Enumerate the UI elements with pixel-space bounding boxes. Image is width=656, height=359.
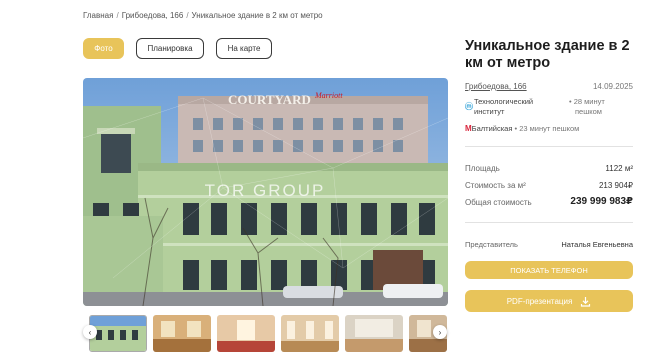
price-per-m2-label: Стоимость за м² xyxy=(465,181,526,190)
thumbnail-strip: ‹ › xyxy=(83,313,448,353)
tab-floorplan[interactable]: Планировка xyxy=(136,38,204,59)
metro-walk-time: • 23 минут пешком xyxy=(514,124,580,133)
thumbnail-5[interactable] xyxy=(345,315,403,352)
metro-station-name: Балтийская xyxy=(471,124,513,133)
address-link[interactable]: Грибоедова, 166 xyxy=(465,82,527,91)
thumbnail-3[interactable] xyxy=(217,315,275,352)
price-per-m2-row: Стоимость за м² 213 904₽ xyxy=(465,181,633,190)
chevron-left-icon[interactable]: ‹ xyxy=(83,325,97,339)
metro-station-2: MБалтийская • 23 минут пешком xyxy=(465,124,633,133)
thumbnail-2[interactable] xyxy=(153,315,211,352)
metro-station-name: Технологический xyxy=(474,97,534,106)
metro-station-name-line2: институт xyxy=(474,107,505,116)
thumbnail-4[interactable] xyxy=(281,315,339,352)
metro-walk-time: • 28 минут xyxy=(569,97,605,106)
pdf-presentation-button[interactable]: PDF-презентация xyxy=(465,290,633,312)
thumbnail-1[interactable] xyxy=(89,315,147,352)
main-photo[interactable]: COURTYARD Marriott TOR GROUP xyxy=(83,78,448,306)
agent-row: Представитель Наталья Евгеньевна xyxy=(465,240,633,249)
hotel-sign-text: COURTYARD xyxy=(228,92,311,107)
breadcrumb-home[interactable]: Главная xyxy=(83,11,113,20)
tab-photo[interactable]: Фото xyxy=(83,38,124,59)
area-label: Площадь xyxy=(465,164,500,173)
agent-name: Наталья Евгеньевна xyxy=(561,240,633,249)
total-price-value: 239 999 983₽ xyxy=(570,196,633,207)
hotel-sign-brand: Marriott xyxy=(314,91,343,100)
view-tabs: Фото Планировка На карте xyxy=(83,38,272,59)
pdf-button-label: PDF-презентация xyxy=(506,296,573,306)
area-row: Площадь 1122 м² xyxy=(465,164,633,173)
show-phone-button[interactable]: ПОКАЗАТЬ ТЕЛЕФОН xyxy=(465,261,633,279)
metro-icon: ⓜ xyxy=(465,102,473,111)
breadcrumb: Главная / Грибоедова, 166/Уникальное здани… xyxy=(83,11,323,20)
watermark-text: TOR GROUP xyxy=(205,181,326,200)
breadcrumb-separator: / xyxy=(186,11,189,20)
total-price-row: Общая стоимость 239 999 983₽ xyxy=(465,196,633,207)
listing-title: Уникальное здание в 2 км от метро xyxy=(465,38,630,71)
breadcrumb-separator: / xyxy=(116,11,119,20)
total-price-label: Общая стоимость xyxy=(465,198,532,207)
metro-icon: M xyxy=(465,124,472,133)
download-icon xyxy=(581,296,591,307)
breadcrumb-address[interactable]: Грибоедова, 166 xyxy=(122,11,184,20)
area-value: 1122 м² xyxy=(605,164,633,173)
divider xyxy=(465,222,633,223)
agent-label: Представитель xyxy=(465,240,518,249)
chevron-right-icon[interactable]: › xyxy=(433,325,447,339)
address-row: Грибоедова, 166 14.09.2025 xyxy=(465,82,633,91)
divider xyxy=(465,146,633,147)
listing-date: 14.09.2025 xyxy=(592,82,633,91)
metro-walk-time-line2: пешком xyxy=(575,107,602,116)
price-per-m2-value: 213 904₽ xyxy=(598,181,633,190)
tab-map[interactable]: На карте xyxy=(216,38,272,59)
breadcrumb-current: Уникальное здание в 2 км от метро xyxy=(191,11,323,20)
